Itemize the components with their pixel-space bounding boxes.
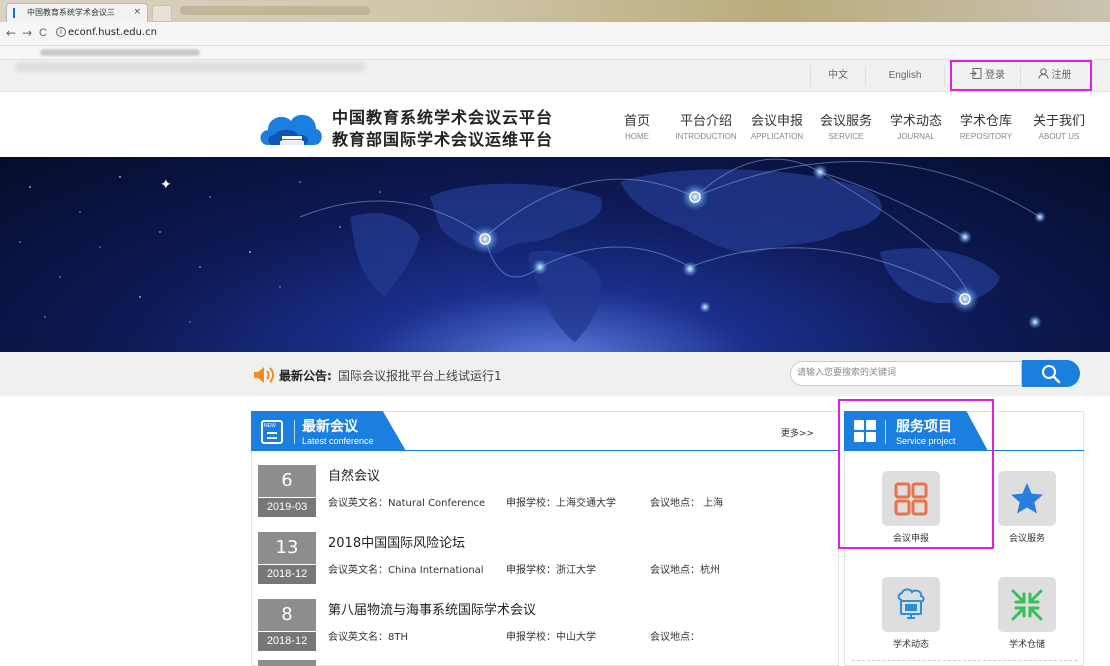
favicon-icon: [13, 8, 22, 18]
svg-text:✦: ✦: [160, 177, 172, 193]
world-map-illustration: ✦: [19, 158, 1046, 342]
address-bar: ← → C i econf.hust.edu.cn: [0, 22, 1110, 46]
lang-english-link[interactable]: English: [865, 66, 945, 86]
date-month: 2018-12: [258, 565, 316, 584]
conference-item[interactable]: 8 2018-12 第八届物流与海事系统国际学术会议 会议英文名：8TH 申报学…: [258, 599, 833, 651]
service-label: 学术仓储: [1008, 640, 1045, 650]
blurred-region: [15, 62, 365, 72]
service-label: 会议服务: [1008, 534, 1045, 544]
conference-item[interactable]: 6 2019-03 自然会议 会议英文名：Natural Conference …: [258, 465, 833, 517]
conference-title[interactable]: 2018中国国际风险论坛: [328, 532, 465, 551]
conference-place: 会议地点：: [650, 632, 700, 643]
tab-divider: [294, 420, 295, 444]
browser-tab[interactable]: 中国教育系统学术会议三 ×: [6, 3, 148, 22]
date-day: 8: [258, 599, 316, 631]
date-badge: 6 2019-03: [258, 465, 316, 517]
notice-link[interactable]: 国际会议报批平台上线试运行1: [338, 367, 502, 384]
conference-place: 会议地点：杭州: [650, 565, 720, 576]
compress-arrows-icon: [1011, 589, 1043, 620]
monitor-icon: [897, 588, 925, 619]
date-month: 2019-03: [258, 498, 316, 517]
new-tab-button[interactable]: [152, 5, 172, 22]
more-link[interactable]: 更多>>: [781, 426, 814, 439]
site-info-icon[interactable]: i: [56, 27, 66, 37]
date-badge: 8 2018-12: [258, 599, 316, 651]
highlight-box-service: [838, 399, 994, 549]
conference-place: 会议地点： 上海: [650, 498, 724, 509]
nav-label: 首页: [623, 114, 650, 129]
browser-tab-bar: 中国教育系统学术会议三 ×: [0, 0, 1110, 22]
nav-label: 关于我们: [1032, 114, 1085, 129]
cloud-logo-icon[interactable]: [258, 105, 324, 153]
nav-label-en: JOURNAL: [897, 132, 935, 141]
service-academic-repository[interactable]: [998, 577, 1056, 632]
nav-label-en: APPLICATION: [750, 132, 804, 141]
search-input[interactable]: 请输入您要搜索的关键词: [790, 361, 1022, 386]
utility-bar: 中文 English 登录 注册: [0, 60, 1110, 92]
nav-label: 学术动态: [889, 114, 942, 129]
latest-conference-subtitle: Latest conference: [302, 436, 374, 446]
nav-label-en: INTRODUCTION: [675, 132, 737, 141]
conference-en-name: 会议英文名：China International: [328, 565, 484, 576]
nav-home[interactable]: 首页 HOME: [622, 110, 652, 141]
hero-banner: ✦: [0, 157, 1110, 352]
forward-icon[interactable]: →: [22, 26, 32, 40]
nav-service[interactable]: 会议服务 SERVICE: [818, 110, 874, 141]
latest-conference-title: 最新会议: [302, 419, 358, 435]
conference-title[interactable]: 自然会议: [328, 465, 380, 484]
blurred-region: [180, 6, 370, 15]
nav-label: 会议服务: [819, 114, 872, 129]
conference-school: 申报学校：中山大学: [506, 632, 596, 643]
service-label: 学术动态: [892, 640, 929, 650]
nav-label: 学术仓库: [959, 114, 1012, 129]
date-badge: 13 2018-12: [258, 532, 316, 584]
nav-label-en: ABOUT US: [1038, 132, 1080, 141]
date-month: 2018-12: [258, 632, 316, 651]
nav-repository[interactable]: 学术仓库 REPOSITORY: [955, 110, 1017, 141]
highlight-box-login: [950, 60, 1092, 91]
back-icon[interactable]: ←: [6, 26, 16, 40]
nav-label-en: HOME: [625, 132, 649, 141]
star-icon: [1011, 482, 1043, 513]
conference-school: 申报学校：上海交通大学: [506, 498, 616, 509]
nav-application[interactable]: 会议申报 APPLICATION: [746, 110, 808, 141]
tab-title: 中国教育系统学术会议三: [27, 8, 115, 17]
nav-label: 会议申报: [750, 114, 803, 129]
conference-item[interactable]: 13 2018-12 2018中国国际风险论坛 会议英文名：China Inte…: [258, 532, 833, 584]
conference-school: 申报学校：浙江大学: [506, 565, 596, 576]
date-badge-partial: [258, 660, 316, 666]
speaker-icon: [254, 367, 274, 383]
notice-label: 最新公告:: [279, 369, 332, 383]
nav-introduction[interactable]: 平台介绍 INTRODUCTION: [672, 110, 740, 141]
nav-label: 平台介绍: [679, 114, 732, 129]
conference-en-name: 会议英文名：Natural Conference: [328, 498, 486, 509]
service-academic-news[interactable]: [882, 577, 940, 632]
nav-label-en: SERVICE: [828, 132, 864, 141]
url-field[interactable]: econf.hust.edu.cn: [68, 27, 157, 38]
news-document-icon: NEW: [261, 420, 283, 444]
date-day: 13: [258, 532, 316, 564]
search-icon: [1042, 364, 1061, 383]
conference-title[interactable]: 第八届物流与海事系统国际学术会议: [328, 599, 536, 618]
brand-title: 中国教育系统学术会议云平台: [332, 108, 554, 127]
nav-journal[interactable]: 学术动态 JOURNAL: [886, 110, 946, 141]
nav-about[interactable]: 关于我们 ABOUT US: [1028, 110, 1090, 141]
news-icon-text: NEW: [264, 423, 276, 429]
brand-subtitle: 教育部国际学术会议运维平台: [332, 130, 554, 149]
bookmarks-bar: [0, 46, 1110, 60]
lang-chinese-link[interactable]: 中文: [810, 66, 865, 86]
divider: [852, 660, 1077, 661]
nav-label-en: REPOSITORY: [959, 132, 1013, 141]
conference-en-name: 会议英文名：8TH: [328, 632, 408, 643]
tab-close-icon[interactable]: ×: [133, 4, 141, 21]
date-day: 6: [258, 465, 316, 497]
reload-icon[interactable]: C: [39, 27, 47, 39]
blurred-region: [40, 49, 200, 56]
service-conference-service[interactable]: [998, 471, 1056, 526]
search-button[interactable]: [1022, 360, 1080, 387]
